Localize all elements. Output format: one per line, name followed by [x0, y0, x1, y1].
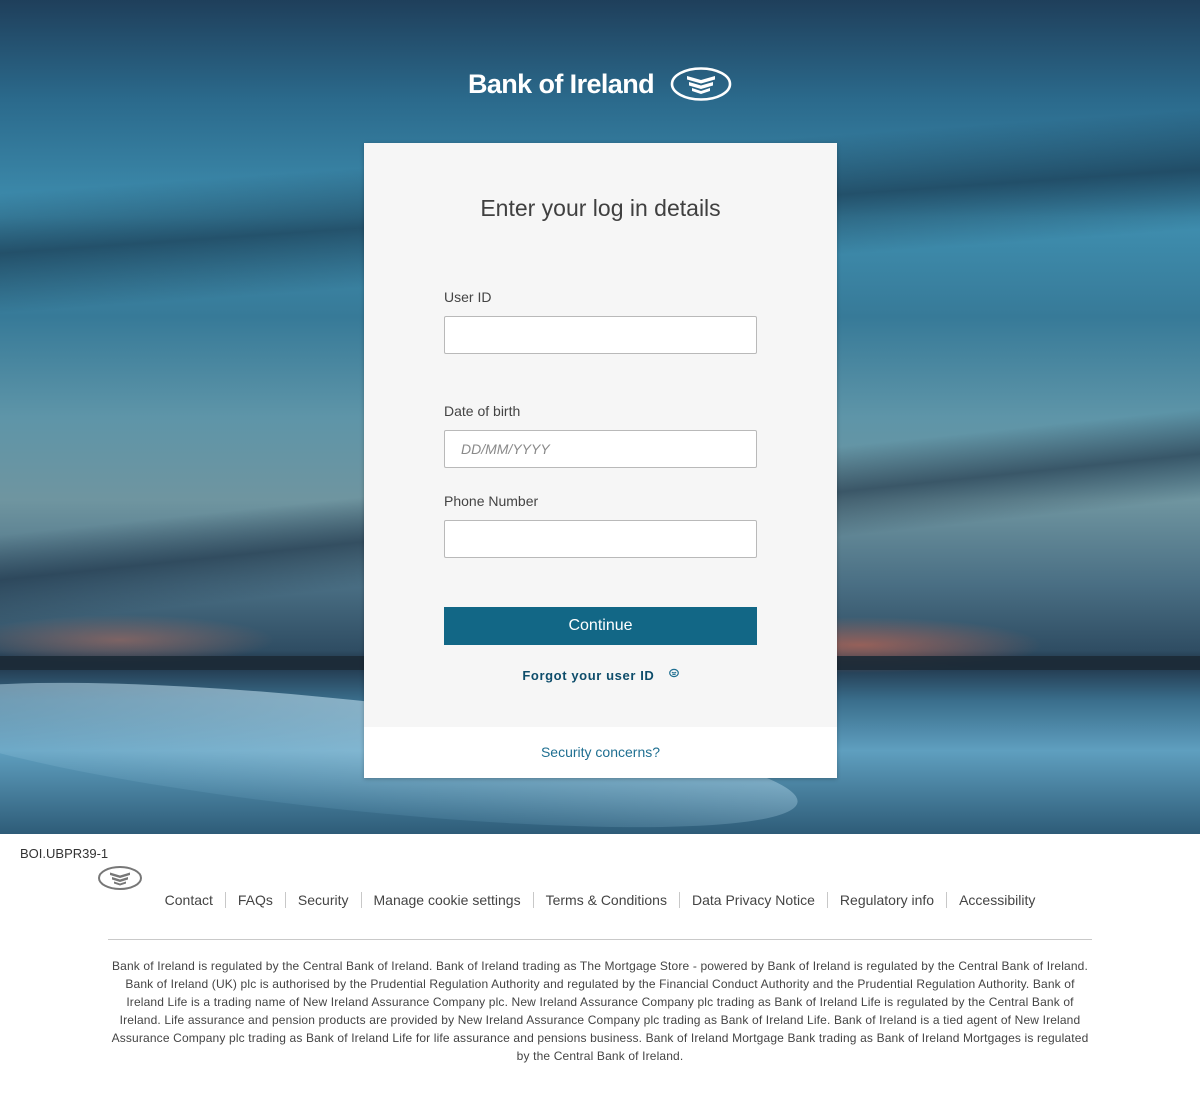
footer-link-privacy[interactable]: Data Privacy Notice [678, 892, 827, 908]
footer-link-regulatory[interactable]: Regulatory info [826, 892, 946, 908]
boi-logo-icon [670, 67, 732, 101]
footer-link-faqs[interactable]: FAQs [224, 892, 285, 908]
phone-input[interactable] [444, 520, 757, 558]
footer-link-cookie-settings[interactable]: Manage cookie settings [360, 892, 533, 908]
legal-text: Bank of Ireland is regulated by the Cent… [111, 959, 1089, 1063]
card-footer: Security concerns? [364, 727, 837, 778]
footer-link-accessibility[interactable]: Accessibility [946, 892, 1047, 908]
hero-background: Bank of Ireland Enter your log in detail… [0, 0, 1200, 834]
phone-label: Phone Number [444, 493, 539, 509]
footer-link-terms[interactable]: Terms & Conditions [532, 892, 679, 908]
brand-name: Bank of Ireland [467, 68, 655, 99]
footer-nav: Contact FAQs Security Manage cookie sett… [0, 892, 1200, 908]
login-card: Enter your log in details User ID Date o… [364, 143, 837, 778]
login-title: Enter your log in details [480, 195, 721, 221]
continue-button[interactable]: Continue [444, 607, 757, 645]
user-id-label: User ID [444, 289, 492, 305]
footer-divider [108, 939, 1092, 940]
user-id-input[interactable] [444, 316, 757, 354]
boi-logo-icon [98, 866, 142, 890]
forgot-user-id-link[interactable]: Forgot your user ID [364, 668, 837, 683]
security-concerns-link[interactable]: Security concerns? [541, 744, 660, 760]
dob-input[interactable] [444, 430, 757, 468]
dob-label: Date of birth [444, 403, 521, 419]
version-label: BOI.UBPR39-1 [20, 846, 109, 861]
brand-header: Bank of Ireland [0, 66, 1200, 102]
footer-link-security[interactable]: Security [284, 892, 361, 908]
external-link-icon [668, 668, 679, 678]
footer-link-contact[interactable]: Contact [153, 892, 225, 908]
forgot-user-id-label: Forgot your user ID [522, 668, 655, 683]
